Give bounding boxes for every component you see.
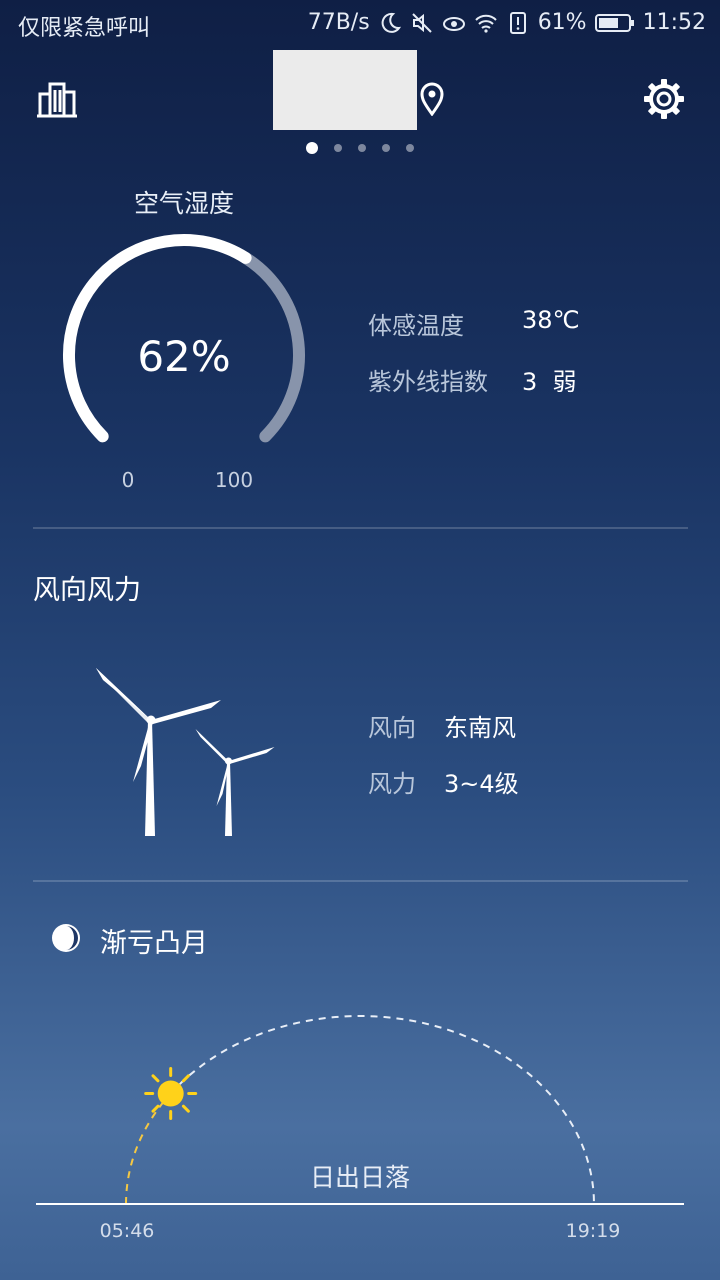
battery-percent: 61%	[537, 10, 587, 35]
sunrise-sunset-title: 日出日落	[309, 1163, 410, 1192]
wind-direction-value: 东南风	[444, 714, 516, 742]
top-bar	[0, 50, 720, 154]
sun-ray	[151, 1104, 160, 1113]
sun-disc	[157, 1080, 184, 1107]
wind-direction-label: 风向	[368, 714, 416, 742]
wind-turbine-icon	[96, 668, 275, 836]
wind-direction-row: 风向 东南风	[368, 708, 516, 743]
clock: 11:52	[642, 10, 706, 35]
gauge-max-label: 100	[214, 468, 254, 492]
do-not-disturb-moon-icon	[381, 12, 401, 33]
uv-index-value: 3 弱	[522, 368, 577, 396]
humidity-value: 62%	[137, 332, 231, 381]
page-dot[interactable]	[306, 142, 318, 154]
net-speed: 77B/s	[307, 10, 370, 35]
feels-like-label: 体感温度	[368, 312, 464, 340]
uv-index-label: 紫外线指数	[368, 368, 488, 396]
wind-section-title: 风向风力	[33, 575, 141, 606]
status-bar: 仅限紧急呼叫 77B/s 61% 11:52	[0, 0, 720, 50]
battery-icon	[594, 13, 634, 32]
wind-force-label: 风力	[368, 770, 416, 798]
wind-force-value: 3~4级	[444, 770, 519, 798]
mute-icon	[411, 12, 432, 33]
sunset-time: 19:19	[565, 1220, 621, 1242]
wifi-icon	[474, 14, 497, 33]
feels-like-value: 38℃	[522, 306, 580, 334]
page-indicator[interactable]	[0, 142, 720, 154]
page-dot[interactable]	[382, 144, 390, 152]
sun-ray	[151, 1074, 160, 1083]
moon-phase-icon	[52, 924, 80, 952]
uv-index-row: 紫外线指数 3 弱	[368, 362, 577, 397]
page-dot[interactable]	[334, 144, 342, 152]
wind-force-row: 风力 3~4级	[368, 764, 519, 799]
page-dot[interactable]	[358, 144, 366, 152]
sunrise-time: 05:46	[99, 1220, 155, 1242]
divider-2	[33, 880, 688, 882]
sun-ray	[181, 1104, 190, 1113]
feels-like-row: 体感温度 38℃	[368, 306, 580, 341]
status-icons: 77B/s 61% 11:52	[308, 10, 706, 35]
settings-gear-icon[interactable]	[643, 78, 685, 120]
sim-alert-icon	[509, 11, 526, 34]
sun-icon	[144, 1066, 198, 1120]
eye-comfort-icon	[442, 16, 465, 31]
sun-ray	[181, 1074, 190, 1083]
gauge-min-label: 0	[121, 468, 135, 492]
city-name-redacted[interactable]	[273, 50, 417, 130]
page-dot[interactable]	[406, 144, 414, 152]
moon-phase-label: 渐亏凸月	[100, 928, 208, 959]
carrier-text: 仅限紧急呼叫	[18, 16, 151, 41]
divider-1	[33, 527, 688, 529]
location-pin-icon[interactable]	[419, 82, 445, 116]
city-icon[interactable]	[36, 80, 78, 118]
